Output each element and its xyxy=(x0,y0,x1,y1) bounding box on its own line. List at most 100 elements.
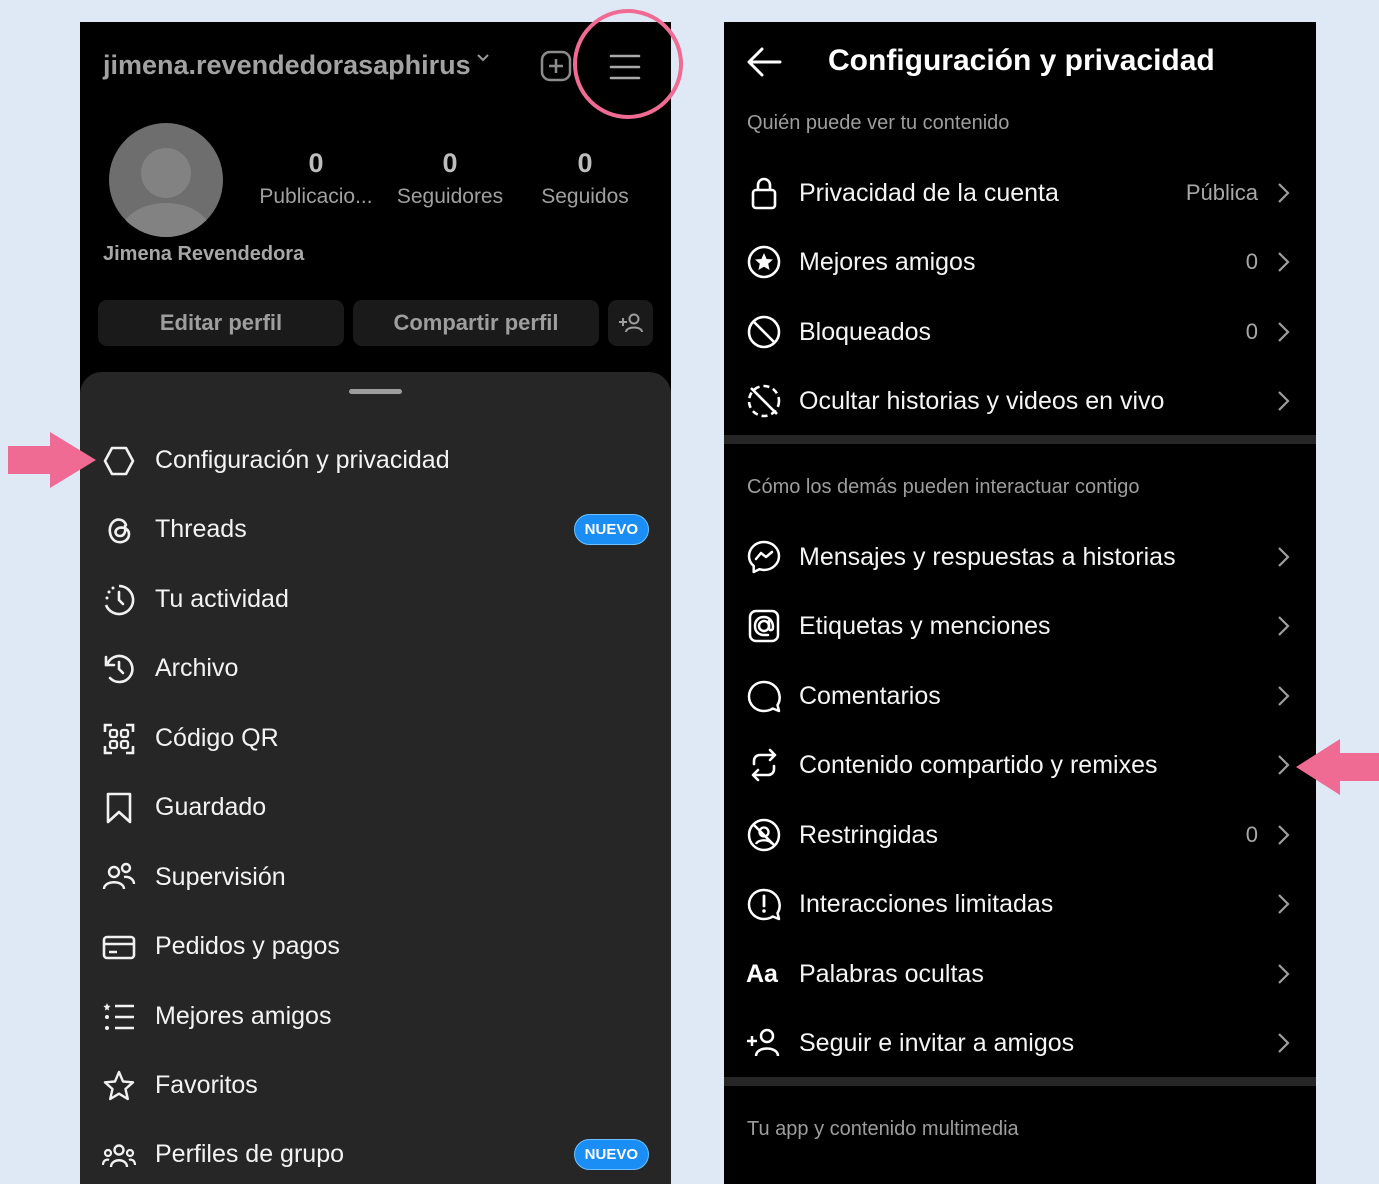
settings-item-label: Privacidad de la cuenta xyxy=(799,179,1059,207)
chevron-right-icon xyxy=(1278,391,1290,411)
chevron-right-icon xyxy=(1278,964,1290,984)
stat-label: Publicacio... xyxy=(259,185,373,208)
section-divider xyxy=(724,1077,1316,1086)
chevron-right-icon xyxy=(1278,686,1290,706)
settings-item-limited-interactions[interactable]: Interacciones limitadas xyxy=(724,869,1316,939)
chevron-right-icon xyxy=(1278,322,1290,342)
settings-item-follow-invite[interactable]: Seguir e invitar a amigos xyxy=(724,1008,1316,1078)
threads-icon xyxy=(108,518,131,544)
settings-item-sharing-remixes[interactable]: Contenido compartido y remixes xyxy=(724,730,1316,800)
menu-item-settings[interactable]: Configuración y privacidad xyxy=(80,431,671,491)
chevron-right-icon xyxy=(1278,894,1290,914)
settings-item-value: 0 xyxy=(1245,319,1258,344)
settings-screen: Configuración y privacidad Quién puede v… xyxy=(724,22,1316,1184)
messenger-icon xyxy=(747,540,781,574)
menu-item-label: Perfiles de grupo xyxy=(155,1140,345,1168)
settings-item-value: 0 xyxy=(1245,822,1258,847)
supervision-icon xyxy=(102,862,136,890)
close-friends-list-icon xyxy=(103,1003,134,1030)
stat-value: 0 xyxy=(308,148,324,178)
add-person-icon xyxy=(747,1028,780,1057)
chevron-right-icon xyxy=(1278,825,1290,845)
settings-item-hide-story[interactable]: Ocultar historias y videos en vivo xyxy=(724,366,1316,436)
section-title: Tu app y contenido multimedia xyxy=(747,1118,1019,1140)
menu-sheet: Configuración y privacidad Threads NUEVO… xyxy=(80,372,671,1184)
chevron-right-icon xyxy=(1278,616,1290,636)
menu-item-orders-payments[interactable]: Pedidos y pagos xyxy=(80,917,671,977)
menu-item-favorites[interactable]: Favoritos xyxy=(80,1056,671,1116)
qr-icon xyxy=(103,723,135,755)
restricted-icon xyxy=(747,818,781,852)
settings-item-account-privacy[interactable]: Privacidad de la cuenta Pública xyxy=(724,158,1316,228)
settings-item-label: Palabras ocultas xyxy=(799,960,984,988)
menu-item-label: Supervisión xyxy=(155,863,286,891)
menu-item-label: Guardado xyxy=(155,793,267,821)
settings-item-comments[interactable]: Comentarios xyxy=(724,661,1316,731)
settings-item-label: Ocultar historias y videos en vivo xyxy=(799,387,1165,415)
settings-item-messages[interactable]: Mensajes y respuestas a historias xyxy=(724,522,1316,592)
settings-item-label: Comentarios xyxy=(799,682,941,710)
settings-item-close-friends[interactable]: Mejores amigos 0 xyxy=(724,227,1316,297)
add-person-icon xyxy=(618,313,643,333)
chevron-down-icon[interactable] xyxy=(477,52,489,64)
star-circle-icon xyxy=(747,245,781,279)
new-badge: NUEVO xyxy=(573,514,649,545)
stat-following[interactable]: 0 Seguidos xyxy=(520,148,650,209)
stat-followers[interactable]: 0 Seguidores xyxy=(385,148,515,209)
settings-item-tags[interactable]: Etiquetas y menciones xyxy=(724,591,1316,661)
settings-item-blocked[interactable]: Bloqueados 0 xyxy=(724,297,1316,367)
back-arrow-icon[interactable] xyxy=(746,46,782,78)
chevron-right-icon xyxy=(1278,1033,1290,1053)
menu-item-label: Configuración y privacidad xyxy=(155,446,450,474)
remix-icon xyxy=(751,748,777,782)
group-icon xyxy=(102,1144,136,1168)
settings-item-label: Restringidas xyxy=(799,821,938,849)
section-title: Cómo los demás pueden interactuar contig… xyxy=(747,476,1140,498)
settings-item-restricted[interactable]: Restringidas 0 xyxy=(724,800,1316,870)
profile-full-name: Jimena Revendedora xyxy=(103,243,305,265)
limited-icon xyxy=(747,888,781,921)
chevron-right-icon xyxy=(1278,183,1290,203)
menu-item-group-profiles[interactable]: Perfiles de grupo NUEVO xyxy=(80,1125,671,1184)
menu-item-label: Mejores amigos xyxy=(155,1002,332,1030)
chevron-right-icon xyxy=(1278,547,1290,567)
chevron-right-icon xyxy=(1278,755,1290,775)
menu-item-archive[interactable]: Archivo xyxy=(80,639,671,699)
menu-item-label: Favoritos xyxy=(155,1071,258,1099)
page-title: Configuración y privacidad xyxy=(828,44,1215,77)
menu-item-close-friends[interactable]: Mejores amigos xyxy=(80,987,671,1047)
settings-item-label: Bloqueados xyxy=(799,318,932,346)
section-divider xyxy=(724,435,1316,444)
card-icon xyxy=(102,935,136,960)
discover-people-button[interactable] xyxy=(608,300,653,346)
menu-item-saved[interactable]: Guardado xyxy=(80,778,671,838)
avatar[interactable] xyxy=(109,123,223,237)
share-profile-button[interactable]: Compartir perfil xyxy=(353,300,599,346)
settings-item-label: Contenido compartido y remixes xyxy=(799,751,1158,779)
settings-item-hidden-words[interactable]: Aa Palabras ocultas xyxy=(724,939,1316,1009)
menu-item-label: Tu actividad xyxy=(155,585,289,613)
section-title: Quién puede ver tu contenido xyxy=(747,112,1010,134)
add-post-icon[interactable] xyxy=(540,50,572,82)
settings-item-label: Mensajes y respuestas a historias xyxy=(799,543,1176,571)
sheet-handle[interactable] xyxy=(349,389,402,394)
bookmark-icon xyxy=(106,792,132,824)
menu-item-label: Archivo xyxy=(155,654,239,682)
edit-profile-button[interactable]: Editar perfil xyxy=(98,300,344,346)
menu-item-qr-code[interactable]: Código QR xyxy=(80,709,671,769)
menu-item-supervision[interactable]: Supervisión xyxy=(80,848,671,908)
menu-item-activity[interactable]: Tu actividad xyxy=(80,570,671,630)
stat-label: Seguidores xyxy=(396,185,504,208)
menu-item-threads[interactable]: Threads NUEVO xyxy=(80,500,671,560)
pointer-arrow-right-icon xyxy=(8,432,96,488)
archive-icon xyxy=(104,654,134,684)
star-icon xyxy=(103,1070,135,1101)
stat-posts[interactable]: 0 Publicacio... xyxy=(251,148,381,209)
profile-username[interactable]: jimena.revendedorasaphirus xyxy=(103,50,471,81)
settings-item-value: 0 xyxy=(1245,249,1258,274)
pointer-arrow-left-icon xyxy=(1296,739,1379,795)
hide-story-icon xyxy=(747,384,781,418)
settings-item-label: Interacciones limitadas xyxy=(799,890,1054,918)
settings-item-label: Etiquetas y menciones xyxy=(799,612,1051,640)
lock-icon xyxy=(751,177,777,210)
